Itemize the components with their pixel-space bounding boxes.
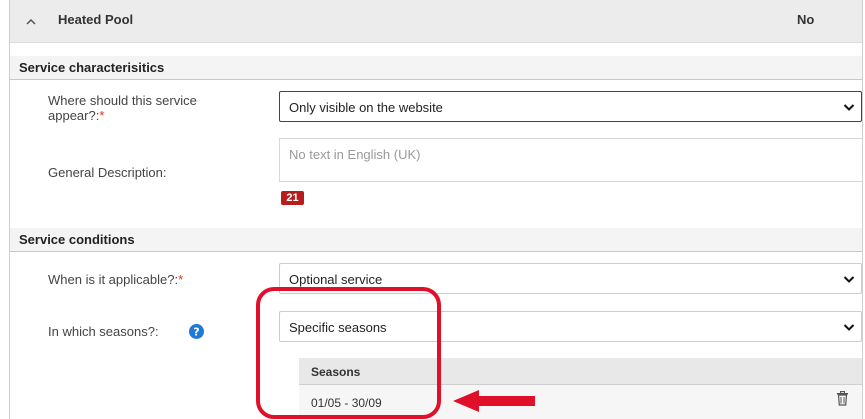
chevron-down-icon bbox=[843, 324, 855, 331]
character-counter-badge: 21 bbox=[281, 191, 304, 205]
appear-label-text: Where should this service appear?: bbox=[48, 93, 197, 123]
section-title-conditions: Service conditions bbox=[10, 228, 862, 252]
trash-icon[interactable] bbox=[836, 391, 849, 406]
appear-select-value: Only visible on the website bbox=[289, 100, 443, 115]
description-placeholder: No text in English (UK) bbox=[289, 147, 421, 162]
description-textarea[interactable]: No text in English (UK) bbox=[279, 138, 862, 182]
applicable-label-text: When is it applicable?: bbox=[48, 272, 179, 287]
seasons-label: In which seasons?: bbox=[48, 324, 159, 339]
seasons-table: Seasons 01/05 - 30/09 bbox=[299, 358, 862, 419]
chevron-down-icon bbox=[843, 104, 855, 111]
appear-label: Where should this service appear?:* bbox=[48, 93, 248, 123]
description-label: General Description: bbox=[48, 165, 167, 180]
section-title-characteristics: Service characterisitics bbox=[10, 56, 862, 80]
chevron-down-icon bbox=[843, 276, 855, 283]
svg-text:?: ? bbox=[193, 326, 199, 339]
required-mark: * bbox=[178, 272, 184, 287]
applicable-label: When is it applicable?:* bbox=[48, 272, 183, 287]
red-arrow-annotation bbox=[453, 390, 535, 412]
service-panel: Heated Pool No Service characterisitics … bbox=[9, 0, 863, 419]
seasons-table-header: Seasons bbox=[299, 358, 862, 385]
appear-select[interactable]: Only visible on the website bbox=[279, 91, 862, 122]
applicable-select[interactable]: Optional service bbox=[279, 263, 862, 294]
seasons-select-value: Specific seasons bbox=[289, 320, 387, 335]
seasons-select[interactable]: Specific seasons bbox=[279, 311, 862, 342]
seasons-column-header: Seasons bbox=[311, 365, 361, 379]
applicable-select-value: Optional service bbox=[289, 272, 383, 287]
required-mark: * bbox=[99, 108, 105, 123]
table-row: 01/05 - 30/09 bbox=[299, 385, 862, 419]
help-question-icon[interactable]: ? bbox=[189, 324, 204, 339]
service-header-row[interactable]: Heated Pool No bbox=[10, 0, 862, 43]
service-status-value: No bbox=[797, 12, 815, 27]
chevron-up-icon[interactable] bbox=[25, 16, 37, 28]
service-name: Heated Pool bbox=[58, 12, 134, 27]
season-range: 01/05 - 30/09 bbox=[311, 396, 382, 410]
